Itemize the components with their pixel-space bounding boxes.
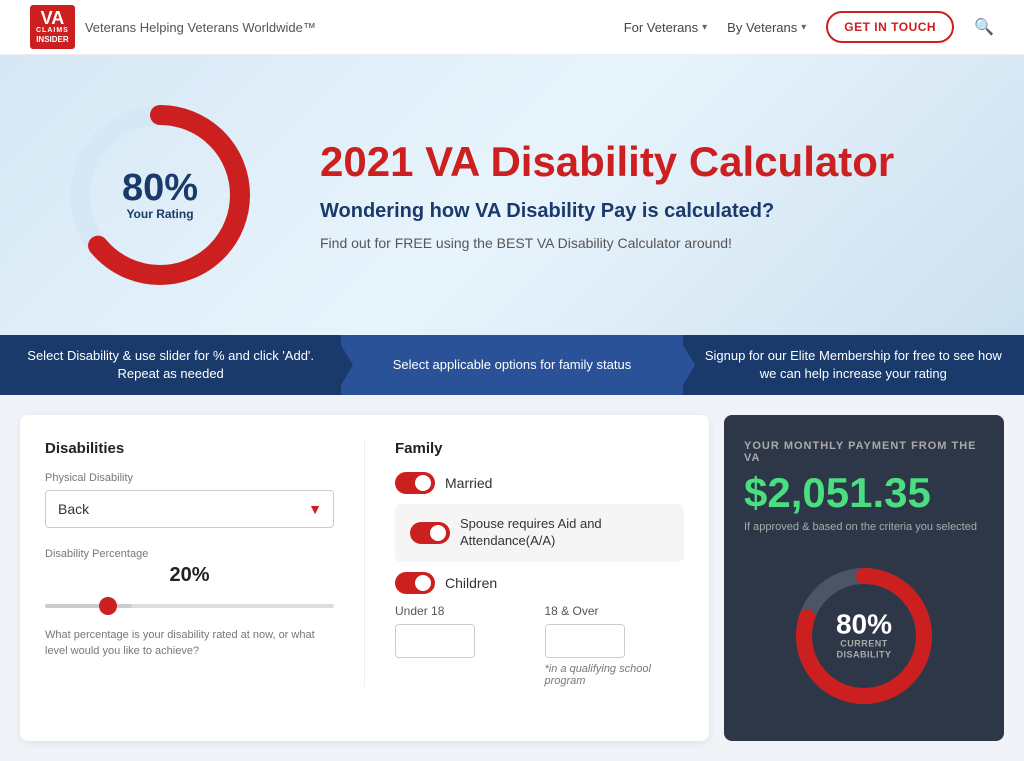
children-label: Children xyxy=(445,575,497,591)
over18-input-wrapper: ▲ ▼ xyxy=(545,624,625,658)
result-donut-chart: 80% CURRENT DISABILITY xyxy=(784,556,944,716)
hero-rating-label: Your Rating xyxy=(122,207,198,221)
step-1-label: Select Disability & use slider for % and… xyxy=(20,347,321,383)
chevron-down-icon: ▾ xyxy=(801,22,806,33)
logo-claims-text: CLAIMS xyxy=(36,27,69,35)
logo-va-text: VA xyxy=(41,9,65,27)
result-donut-center: 80% CURRENT DISABILITY xyxy=(824,610,904,661)
result-note: If approved & based on the criteria you … xyxy=(744,520,984,535)
logo-area: VA CLAIMS INSIDER Veterans Helping Veter… xyxy=(30,5,624,49)
percentage-label: Disability Percentage xyxy=(45,548,334,560)
nav-by-veterans[interactable]: By Veterans ▾ xyxy=(727,20,806,35)
step-2[interactable]: Select applicable options for family sta… xyxy=(341,335,682,395)
spouse-aid-toggle[interactable] xyxy=(410,522,450,544)
slider-hint-text: What percentage is your disability rated… xyxy=(45,628,334,659)
disability-slider-container xyxy=(45,595,334,613)
disability-percentage-slider[interactable] xyxy=(45,604,334,608)
married-label: Married xyxy=(445,475,492,491)
nav-links: For Veterans ▾ By Veterans ▾ GET IN TOUC… xyxy=(624,11,994,43)
chevron-down-icon: ▾ xyxy=(702,22,707,33)
calculator-panel: Disabilities Physical Disability Back ▼ … xyxy=(20,415,709,740)
spouse-aid-label: Spouse requires Aid and Attendance(A/A) xyxy=(460,516,669,550)
step-2-label: Select applicable options for family sta… xyxy=(393,356,631,374)
under18-input[interactable] xyxy=(396,625,475,657)
logo-insider-text: INSIDER xyxy=(36,35,68,45)
panel-row: Disabilities Physical Disability Back ▼ … xyxy=(45,440,684,687)
children-section: Children Under 18 ▲ ▼ xyxy=(395,572,684,687)
married-toggle[interactable] xyxy=(395,472,435,494)
children-toggle[interactable] xyxy=(395,572,435,594)
step-3-label: Signup for our Elite Membership for free… xyxy=(703,347,1004,383)
hero-percent: 80% xyxy=(122,169,198,207)
children-grid: Under 18 ▲ ▼ 18 & Over xyxy=(395,604,684,687)
over18-input[interactable] xyxy=(546,625,625,657)
step-3[interactable]: Signup for our Elite Membership for free… xyxy=(683,335,1024,395)
disabilities-column: Disabilities Physical Disability Back ▼ … xyxy=(45,440,365,687)
over18-header: 18 & Over xyxy=(545,604,685,618)
married-row: Married xyxy=(395,472,684,494)
disability-select[interactable]: Back xyxy=(45,490,334,528)
result-panel: YOUR MONTHLY PAYMENT FROM THE VA $2,051.… xyxy=(724,415,1004,740)
navbar: VA CLAIMS INSIDER Veterans Helping Veter… xyxy=(0,0,1024,55)
result-label: YOUR MONTHLY PAYMENT FROM THE VA xyxy=(744,440,984,464)
steps-bar: Select Disability & use slider for % and… xyxy=(0,335,1024,395)
main-content: Disabilities Physical Disability Back ▼ … xyxy=(0,395,1024,760)
hero-subtitle: Wondering how VA Disability Pay is calcu… xyxy=(320,200,964,223)
physical-disability-label: Physical Disability xyxy=(45,472,334,484)
hero-donut-chart: 80% Your Rating xyxy=(60,95,260,295)
hero-section: 80% Your Rating 2021 VA Disability Calcu… xyxy=(0,55,1024,335)
get-in-touch-button[interactable]: GET IN TOUCH xyxy=(826,11,954,43)
family-title: Family xyxy=(395,440,684,457)
step-1[interactable]: Select Disability & use slider for % and… xyxy=(0,335,341,395)
under18-header: Under 18 xyxy=(395,604,535,618)
under18-column: Under 18 ▲ ▼ xyxy=(395,604,535,687)
school-note: *in a qualifying school program xyxy=(545,663,685,687)
result-current-percent: 80% xyxy=(824,610,904,638)
hero-text-area: 2021 VA Disability Calculator Wondering … xyxy=(320,139,964,251)
va-logo: VA CLAIMS INSIDER xyxy=(30,5,75,49)
donut-center: 80% Your Rating xyxy=(122,169,198,221)
disabilities-title: Disabilities xyxy=(45,440,334,457)
children-row: Children xyxy=(395,572,684,594)
spouse-aid-box: Spouse requires Aid and Attendance(A/A) xyxy=(395,504,684,562)
result-amount: $2,051.35 xyxy=(744,472,984,514)
hero-title: 2021 VA Disability Calculator xyxy=(320,139,964,185)
result-current-label: CURRENT DISABILITY xyxy=(824,638,904,661)
under18-input-wrapper: ▲ ▼ xyxy=(395,624,475,658)
site-tagline: Veterans Helping Veterans Worldwide™ xyxy=(85,20,316,35)
disability-select-wrapper: Back ▼ xyxy=(45,490,334,528)
nav-for-veterans[interactable]: For Veterans ▾ xyxy=(624,20,707,35)
family-column: Family Married Spouse requires Aid an xyxy=(395,440,684,687)
over18-column: 18 & Over ▲ ▼ *in a qualifying school pr… xyxy=(545,604,685,687)
search-icon[interactable]: 🔍 xyxy=(974,17,994,37)
hero-description: Find out for FREE using the BEST VA Disa… xyxy=(320,235,964,251)
percentage-display: 20% xyxy=(45,564,334,587)
